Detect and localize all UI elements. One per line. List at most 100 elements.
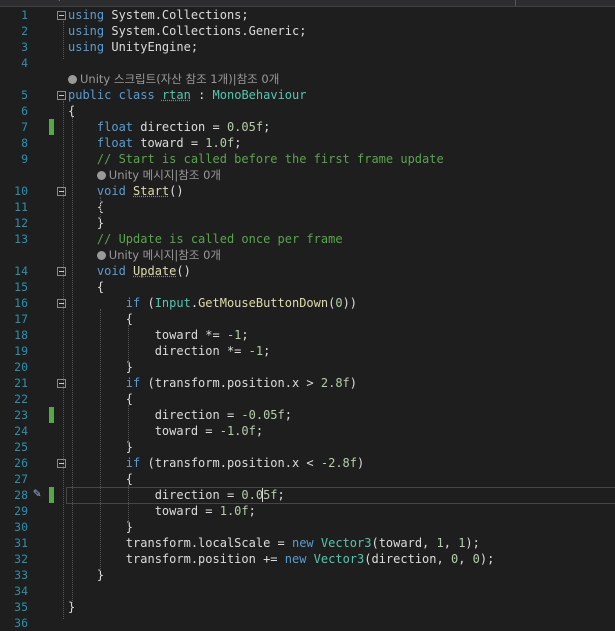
code-line[interactable]: 4 [0,55,615,71]
codelens-icon [96,251,106,260]
codelens-text[interactable]: Unity 스크립트(자산 참조 1개)|참조 0개 [80,72,279,86]
codelens-icon [68,75,77,84]
code-text[interactable]: toward = 1.0f; [68,503,256,519]
code-line[interactable]: 33 } [0,567,615,583]
line-number: 35 [14,600,28,614]
code-text[interactable]: { [68,199,104,215]
code-text[interactable]: transform.position += new Vector3(direct… [68,551,495,567]
fold-toggle-icon[interactable] [57,267,66,276]
code-line[interactable]: 15 { [0,279,615,295]
codelens[interactable]: Unity 스크립트(자산 참조 1개)|참조 0개 [68,71,279,87]
quick-action-pencil-icon[interactable]: ✎ [28,487,46,501]
fold-region-line [63,101,64,619]
code-line[interactable]: 11 { [0,199,615,215]
fold-toggle-icon[interactable] [57,91,66,100]
line-number: 14 [14,264,28,278]
code-text[interactable]: toward = -1.0f; [68,423,263,439]
line-number: 34 [14,584,28,598]
code-text[interactable]: float toward = 1.0f; [68,135,242,151]
line-number: 12 [14,216,28,230]
code-line[interactable]: 7 float direction = 0.05f; [0,119,615,135]
codelens-text[interactable]: Unity 메시지|참조 0개 [109,168,221,182]
fold-toggle-icon[interactable] [57,459,66,468]
code-line[interactable]: 14 void Update() [0,263,615,279]
code-text[interactable]: using UnityEngine; [68,39,198,55]
code-line[interactable]: 32 transform.position += new Vector3(dir… [0,551,615,567]
line-number: 7 [21,120,28,134]
fold-toggle-icon[interactable] [57,187,66,196]
line-number: 30 [14,520,28,534]
code-line[interactable]: 36 [0,615,615,631]
code-line[interactable]: 31 transform.localScale = new Vector3(to… [0,535,615,551]
fold-toggle-icon[interactable] [57,379,66,388]
code-line[interactable]: 28 ✎ direction = 0.05f; [0,487,615,504]
code-line[interactable]: 17 { [0,311,615,327]
line-number: 4 [21,56,28,70]
code-line[interactable]: 35} [0,599,615,615]
code-line[interactable]: 6{ [0,103,615,119]
fold-toggle-icon[interactable] [57,11,66,20]
code-line[interactable]: 20 } [0,359,615,375]
text-caret [262,488,264,502]
code-line[interactable]: 9 // Start is called before the first fr… [0,151,615,167]
indent-guide [100,309,101,571]
code-line[interactable]: 12 } [0,215,615,231]
code-editor[interactable]: 1 using System.Collections; 2 using System.… [0,7,615,630]
indent-guide [128,405,129,443]
code-text[interactable]: // Update is called once per frame [68,231,343,247]
code-text[interactable]: direction *= -1; [68,343,271,359]
code-line[interactable]: 29 toward = 1.0f; [0,503,615,519]
code-line[interactable]: 3 using UnityEngine; [0,39,615,55]
code-text[interactable]: using System.Collections.Generic; [68,23,306,39]
code-line[interactable]: 21 if (transform.position.x > 2.8f) [0,375,615,391]
line-number: 2 [21,24,28,38]
code-line[interactable]: 24 toward = -1.0f; [0,423,615,439]
code-text[interactable]: if (Input.GetMouseButtonDown(0)) [68,295,357,311]
code-text[interactable]: if (transform.position.x < -2.8f) [68,455,364,471]
tab-strip-glyph: ▾ [56,0,63,5]
codelens-text[interactable]: Unity 메시지|참조 0개 [109,248,221,262]
code-text[interactable]: float direction = 0.05f; [68,119,270,135]
code-line[interactable]: 10 void Start() [0,183,615,199]
code-text[interactable]: public class rtan : MonoBehaviour [68,87,306,103]
code-line[interactable]: 34 [0,583,615,599]
fold-region-line [63,21,64,59]
indent-guide [72,117,73,603]
tab-right-area[interactable] [515,0,615,6]
codelens[interactable]: Unity 메시지|참조 0개 [96,247,221,263]
fold-toggle-icon[interactable] [57,299,66,308]
code-line[interactable]: 25 } [0,439,615,455]
code-line[interactable]: 1 using System.Collections; [0,7,615,23]
code-text[interactable]: } [68,567,104,583]
code-line[interactable]: 2 using System.Collections.Generic; [0,23,615,39]
codelens[interactable]: Unity 메시지|참조 0개 [96,167,221,183]
code-line[interactable]: 18 toward *= -1; [0,327,615,343]
codelens-row[interactable]: Unity 메시지|참조 0개 [0,247,615,263]
code-text[interactable]: if (transform.position.x > 2.8f) [68,375,357,391]
codelens-row[interactable]: Unity 메시지|참조 0개 [0,167,615,183]
code-text[interactable]: void Start() [68,183,184,199]
code-line[interactable]: 26 if (transform.position.x < -2.8f) [0,455,615,471]
codelens-row[interactable]: Unity 스크립트(자산 참조 1개)|참조 0개 [0,71,615,87]
code-line[interactable]: 13 // Update is called once per frame [0,231,615,247]
code-line[interactable]: 22 { [0,391,615,407]
code-line[interactable]: 30 } [0,519,615,535]
code-text[interactable]: transform.localScale = new Vector3(towar… [68,535,480,551]
code-line[interactable]: 19 direction *= -1; [0,343,615,359]
code-line[interactable]: 23 direction = -0.05f; [0,407,615,423]
code-line[interactable]: 16 if (Input.GetMouseButtonDown(0)) [0,295,615,311]
line-number: 15 [14,280,28,294]
line-number: 27 [14,472,28,486]
line-number: 6 [21,104,28,118]
code-line[interactable]: 27 { [0,471,615,487]
code-text[interactable]: // Start is called before the first fram… [68,151,444,167]
code-line[interactable]: 8 float toward = 1.0f; [0,135,615,151]
code-text[interactable]: { [68,279,104,295]
code-text[interactable]: toward *= -1; [68,327,249,343]
code-text[interactable]: } [68,215,104,231]
code-text[interactable]: void Update() [68,263,191,279]
code-text[interactable]: direction = -0.05f; [68,407,292,423]
code-text[interactable]: using System.Collections; [68,7,249,23]
code-line[interactable]: 5 public class rtan : MonoBehaviour [0,87,615,103]
line-number: 21 [14,376,28,390]
